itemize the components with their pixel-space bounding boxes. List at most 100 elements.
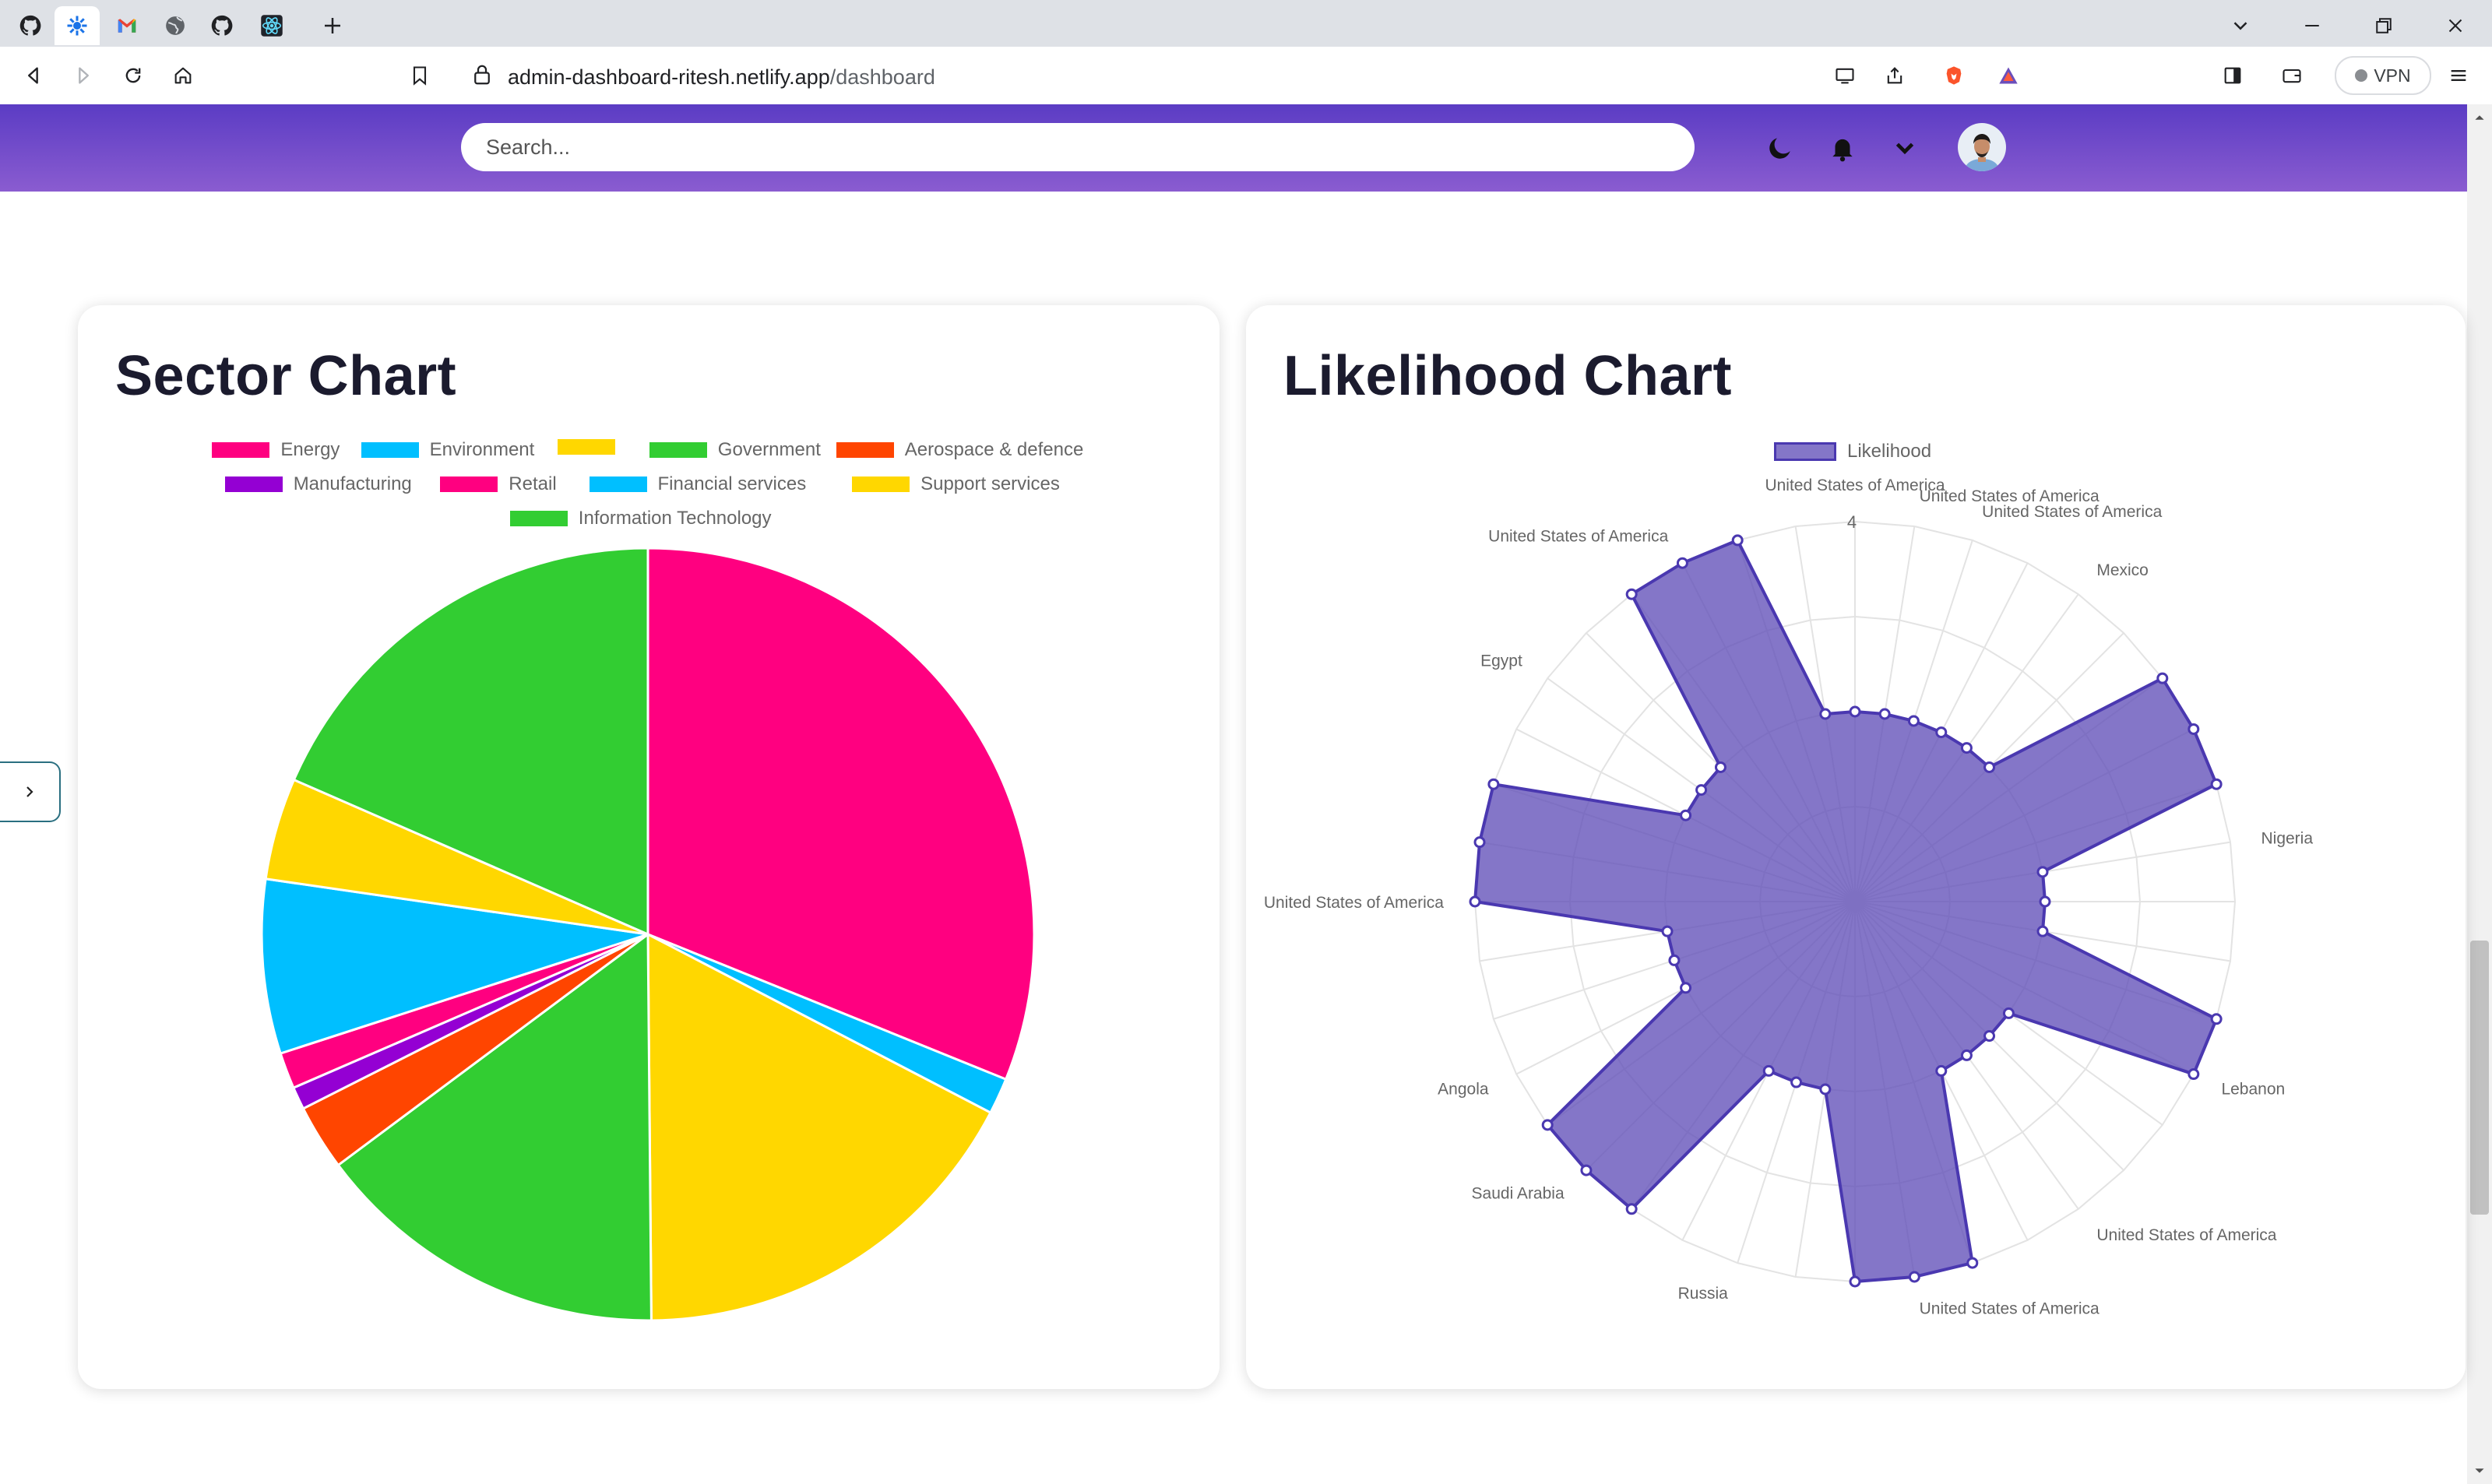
radar-point[interactable] — [1541, 1119, 1554, 1131]
scroll-up-icon — [2475, 115, 2484, 120]
radar-point[interactable] — [1668, 954, 1681, 966]
radar-point[interactable] — [1680, 982, 1692, 994]
radar-point[interactable] — [1625, 1203, 1638, 1215]
brave-shields-button[interactable] — [1936, 58, 1972, 93]
lock-icon — [474, 65, 490, 85]
menu-button[interactable] — [2441, 58, 2476, 93]
avatar[interactable] — [1958, 123, 2006, 171]
browser-toolbar: admin-dashboard-ritesh.netlify.app/dashb… — [0, 47, 2492, 105]
radar-point[interactable] — [1878, 708, 1891, 720]
radar-point[interactable] — [1849, 705, 1861, 718]
restore-icon — [2376, 18, 2392, 33]
radar-point[interactable] — [1960, 742, 1973, 754]
forward-button[interactable] — [65, 58, 101, 93]
radar-point[interactable] — [1487, 778, 1500, 790]
sector-pie-chart — [260, 547, 1036, 1322]
minimize-icon — [2305, 25, 2319, 26]
scrollbar-thumb[interactable] — [2470, 941, 2489, 1215]
radar-point[interactable] — [2210, 1013, 2223, 1025]
home-button[interactable] — [165, 58, 201, 93]
minimize-button[interactable] — [2290, 6, 2335, 45]
radar-point[interactable] — [2188, 723, 2200, 735]
wallet-button[interactable] — [2274, 58, 2310, 93]
radar-point[interactable] — [1625, 588, 1638, 600]
brave-rewards-icon — [1999, 67, 2018, 84]
cast-button[interactable] — [1827, 58, 1863, 93]
radar-point[interactable] — [1473, 836, 1486, 849]
radar-point[interactable] — [1695, 784, 1708, 797]
radar-point[interactable] — [1580, 1164, 1593, 1176]
radar-point[interactable] — [2210, 778, 2223, 790]
radar-point[interactable] — [1661, 925, 1674, 937]
radar-point-label: United States of America — [1488, 528, 1668, 546]
address-bar[interactable]: admin-dashboard-ritesh.netlify.app/dashb… — [453, 53, 2036, 98]
tab-github[interactable] — [8, 6, 53, 45]
vpn-label: VPN — [2374, 65, 2411, 86]
radar-point[interactable] — [1819, 1083, 1832, 1095]
home-icon — [174, 67, 192, 84]
radar-point[interactable] — [1983, 761, 1996, 773]
radar-point[interactable] — [1762, 1064, 1775, 1077]
share-button[interactable] — [1877, 58, 1913, 93]
vpn-button[interactable]: VPN — [2335, 56, 2431, 95]
new-tab-button[interactable] — [310, 6, 355, 45]
gmail-icon — [118, 19, 136, 33]
globe-icon — [166, 16, 185, 35]
radar-point[interactable] — [2036, 925, 2049, 937]
radar-point[interactable] — [1676, 557, 1688, 569]
sidebar-toggle-button[interactable] — [2215, 58, 2251, 93]
tab-globe[interactable] — [153, 6, 198, 45]
github-icon — [19, 15, 41, 36]
radar-point[interactable] — [2039, 895, 2051, 908]
radar-point[interactable] — [1966, 1257, 1979, 1269]
radar-point[interactable] — [1731, 534, 1744, 547]
brave-lion-icon — [1946, 66, 1962, 85]
notifications-button[interactable] — [1821, 126, 1864, 170]
radar-point[interactable] — [1907, 715, 1920, 727]
app-header — [0, 104, 2467, 192]
chevron-down-icon — [2233, 22, 2247, 30]
dark-mode-toggle[interactable] — [1758, 126, 1802, 170]
radar-point[interactable] — [1819, 708, 1832, 720]
radar-point[interactable] — [1680, 809, 1692, 821]
radar-point[interactable] — [1908, 1271, 1920, 1283]
radar-point[interactable] — [1960, 1049, 1973, 1061]
radar-point[interactable] — [1849, 1275, 1861, 1288]
close-window-button[interactable] — [2433, 6, 2478, 45]
chevron-right-icon — [26, 786, 33, 797]
sidebar-icon — [2224, 67, 2241, 84]
radar-point[interactable] — [1983, 1030, 1996, 1043]
tab-github-2[interactable] — [199, 6, 245, 45]
radar-point[interactable] — [1714, 761, 1726, 773]
radar-point[interactable] — [2002, 1007, 2015, 1019]
tab-gmail[interactable] — [104, 6, 150, 45]
radar-point[interactable] — [2156, 672, 2169, 684]
radar-point-label: Angola — [1438, 1081, 1489, 1099]
reload-button[interactable] — [115, 58, 151, 93]
profile-dropdown-button[interactable] — [1883, 126, 1927, 170]
radar-point[interactable] — [1935, 1064, 1948, 1077]
bookmark-button[interactable] — [402, 58, 438, 93]
tab-search-button[interactable] — [2218, 6, 2263, 45]
radar-point[interactable] — [2188, 1068, 2200, 1081]
sidebar-expand-button[interactable] — [0, 761, 61, 822]
bookmark-icon — [413, 66, 427, 86]
radar-point[interactable] — [1469, 895, 1481, 908]
radar-tick-label: 4 — [1847, 512, 1857, 532]
radar-point[interactable] — [1935, 726, 1948, 739]
radar-point[interactable] — [2036, 866, 2049, 878]
radar-point-label: Nigeria — [2261, 829, 2313, 847]
search-input[interactable] — [461, 123, 1695, 171]
close-icon — [2448, 19, 2462, 33]
tab-admin-dashboard[interactable] — [55, 6, 100, 45]
restore-button[interactable] — [2361, 6, 2406, 45]
radar-point[interactable] — [1790, 1076, 1803, 1088]
browser-tab-strip — [0, 0, 2492, 47]
brave-rewards-button[interactable] — [1990, 58, 2026, 93]
page-scrollbar[interactable] — [2467, 104, 2492, 1484]
back-button[interactable] — [16, 58, 51, 93]
plus-icon — [325, 18, 340, 33]
likelihood-radar-chart: 4 United States of America United States o… — [1264, 476, 2313, 1317]
tab-react[interactable] — [249, 6, 294, 45]
url-host: admin-dashboard-ritesh.netlify.app — [508, 65, 830, 89]
